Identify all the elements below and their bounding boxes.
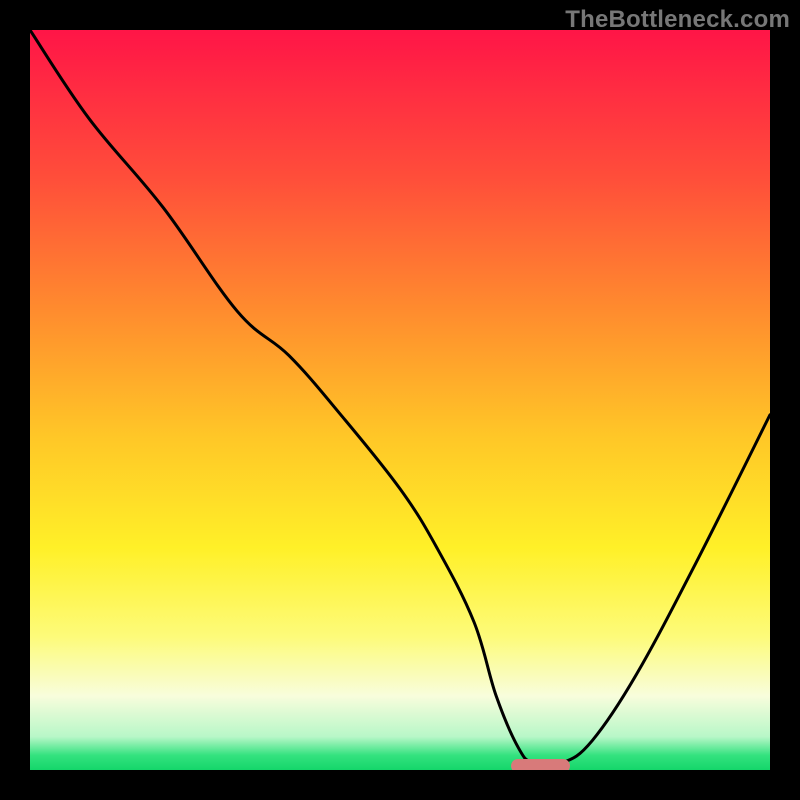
optimum-marker [511,759,570,770]
watermark-text: TheBottleneck.com [565,6,790,34]
gradient-background [30,30,770,770]
chart-svg [30,30,770,770]
chart-frame: TheBottleneck.com [0,0,800,800]
plot-area [30,30,770,770]
